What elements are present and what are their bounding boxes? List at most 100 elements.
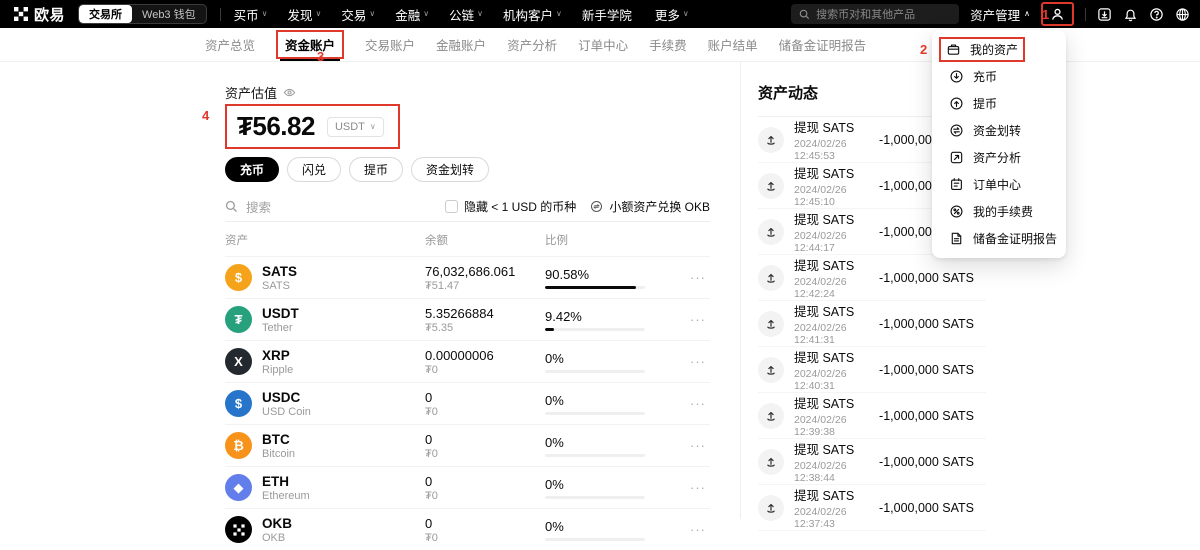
ratio-bar (545, 538, 645, 541)
table-filters: 隐藏 < 1 USD 的币种 小额资产兑换 OKB (445, 198, 710, 215)
action-button[interactable]: 闪兑 (287, 157, 341, 182)
menu-item[interactable]: 更多 ∨ (655, 5, 689, 24)
activity-item[interactable]: 提现 SATS 2024/02/26 12:42:24 -1,000,000 S… (758, 255, 986, 301)
menu-item-icon (949, 69, 964, 84)
coin-search-placeholder: 搜索 (246, 197, 271, 216)
dropdown-menu-item[interactable]: 资金划转 (932, 117, 1066, 144)
coin-name: Ethereum (262, 490, 310, 502)
convert-small-assets-link[interactable]: 小额资产兑换 OKB (590, 198, 710, 215)
annotation-3: 3 (317, 49, 324, 64)
menu-item[interactable]: 买币 ∨ (234, 5, 268, 24)
activity-item[interactable]: 提现 SATS 2024/02/26 12:40:31 -1,000,000 S… (758, 347, 986, 393)
asset-management-menu[interactable]: 资产管理 ∧ (970, 5, 1030, 24)
menu-item[interactable]: 公链 ∨ (449, 5, 483, 24)
chevron-up-icon: ∧ (1024, 10, 1030, 18)
subnav-tab[interactable]: 资金账户 (276, 28, 344, 61)
help-icon[interactable] (1149, 7, 1164, 22)
table-row[interactable]: $ USDC USD Coin 0 ₮0 0% ··· (225, 382, 710, 424)
toggle-option[interactable]: 交易所 (79, 5, 132, 23)
table-header: 资产 余额 比例 (225, 222, 710, 256)
dropdown-menu-item[interactable]: 充币 (932, 63, 1066, 90)
menu-item-label: 储备金证明报告 (973, 230, 1057, 247)
row-more-icon[interactable]: ··· (690, 270, 710, 285)
subnav-tab[interactable]: 手续费 (649, 28, 687, 61)
table-row[interactable]: ₿ BTC Bitcoin 0 ₮0 0% ··· (225, 424, 710, 466)
subnav-tab[interactable]: 交易账户 (365, 28, 415, 61)
row-more-icon[interactable]: ··· (690, 438, 710, 453)
hide-small-balances-checkbox[interactable]: 隐藏 < 1 USD 的币种 (445, 198, 576, 215)
ratio-bar (545, 412, 645, 415)
dropdown-menu-item[interactable]: 订单中心 (932, 171, 1066, 198)
dropdown-menu-item[interactable]: 提币 (932, 90, 1066, 117)
asset-cell: ₮ USDT Tether (225, 306, 425, 334)
action-button[interactable]: 提币 (349, 157, 403, 182)
convert-icon (590, 200, 603, 213)
coin-icon: ₮ (225, 306, 252, 333)
subnav-tab[interactable]: 资产总览 (205, 28, 255, 61)
activity-item[interactable]: 提现 SATS 2024/02/26 12:37:43 -1,000,000 S… (758, 485, 986, 531)
table-row[interactable]: ◆ ETH Ethereum 0 ₮0 0% ··· (225, 466, 710, 508)
row-more-icon[interactable]: ··· (690, 480, 710, 495)
menu-item[interactable]: 机构客户 ∨ (503, 5, 562, 24)
dropdown-menu-item[interactable]: 我的手续费 (932, 198, 1066, 225)
coin-ratio: 0% (545, 519, 690, 534)
active-tab-underline (280, 59, 340, 62)
withdraw-icon (758, 265, 784, 291)
subnav-tab[interactable]: 储备金证明报告 (779, 28, 867, 61)
globe-language-icon[interactable] (1175, 7, 1190, 22)
table-row[interactable]: ₮ USDT Tether 5.35266884 ₮5.35 9.42% ··· (225, 298, 710, 340)
row-more-icon[interactable]: ··· (690, 522, 710, 537)
withdraw-icon (758, 357, 784, 383)
currency-selector[interactable]: USDT ∨ (327, 117, 384, 137)
activity-item[interactable]: 提现 SATS 2024/02/26 12:41:31 -1,000,000 S… (758, 301, 986, 347)
activity-item-time: 2024/02/26 12:40:31 (794, 368, 869, 392)
menu-item[interactable]: 新手学院 (582, 5, 635, 24)
search-input[interactable]: 搜索币对和其他产品 (791, 4, 959, 24)
annotation-1: 1 (1042, 7, 1049, 22)
subnav-tab[interactable]: 资产分析 (507, 28, 557, 61)
coin-ratio: 0% (545, 393, 690, 408)
navbar-right: 搜索币对和其他产品 资产管理 ∧ (791, 2, 1190, 26)
eye-icon[interactable] (283, 86, 296, 99)
activity-item-time: 2024/02/26 12:38:44 (794, 460, 869, 484)
dropdown-menu-item[interactable]: 资产分析 (932, 144, 1066, 171)
download-app-icon[interactable] (1097, 7, 1112, 22)
notifications-bell-icon[interactable] (1123, 7, 1138, 22)
table-row[interactable]: $ SATS SATS 76,032,686.061 ₮51.47 90.58%… (225, 256, 710, 298)
table-row[interactable]: X XRP Ripple 0.00000006 ₮0 0% ··· (225, 340, 710, 382)
menu-item[interactable]: 发现 ∨ (287, 5, 321, 24)
coin-fiat-value: ₮0 (425, 448, 545, 460)
withdraw-icon (758, 449, 784, 475)
search-placeholder: 搜索币对和其他产品 (816, 6, 915, 22)
asset-valuation-box: ₮56.82 USDT ∨ (225, 104, 400, 149)
coin-ratio: 90.58% (545, 267, 690, 282)
dropdown-menu-item[interactable]: 储备金证明报告 (932, 225, 1066, 252)
subnav-tab[interactable]: 订单中心 (578, 28, 628, 61)
coin-search-input[interactable]: 搜索 (225, 197, 445, 216)
menu-item[interactable]: 交易 ∨ (341, 5, 375, 24)
toggle-option[interactable]: Web3 钱包 (132, 5, 206, 23)
subnav-tab[interactable]: 金融账户 (436, 28, 486, 61)
row-more-icon[interactable]: ··· (690, 312, 710, 327)
activity-item[interactable]: 提现 SATS 2024/02/26 12:39:38 -1,000,000 S… (758, 393, 986, 439)
row-more-icon[interactable]: ··· (690, 396, 710, 411)
activity-item-title: 提现 SATS (794, 255, 869, 274)
coin-fiat-value: ₮0 (425, 532, 545, 544)
okx-logo[interactable]: 欧易 (14, 4, 65, 25)
menu-item-icon (949, 150, 964, 165)
action-button[interactable]: 资金划转 (411, 157, 489, 182)
menu-item[interactable]: 金融 ∨ (395, 5, 429, 24)
action-button[interactable]: 充币 (225, 157, 279, 182)
row-more-icon[interactable]: ··· (690, 354, 710, 369)
table-row[interactable]: OKB OKB 0 ₮0 0% ··· (225, 508, 710, 550)
subnav-tab[interactable]: 账户结单 (708, 28, 758, 61)
withdraw-icon (758, 219, 784, 245)
activity-item-time: 2024/02/26 12:45:53 (794, 138, 869, 162)
checkbox-icon[interactable] (445, 200, 458, 213)
coin-name: Ripple (262, 364, 293, 376)
activity-item-time: 2024/02/26 12:42:24 (794, 276, 869, 300)
asset-cell: ◆ ETH Ethereum (225, 474, 425, 502)
activity-item-title: 提现 SATS (794, 347, 869, 366)
dropdown-menu-item[interactable]: 我的资产 (932, 36, 1066, 63)
activity-item[interactable]: 提现 SATS 2024/02/26 12:38:44 -1,000,000 S… (758, 439, 986, 485)
